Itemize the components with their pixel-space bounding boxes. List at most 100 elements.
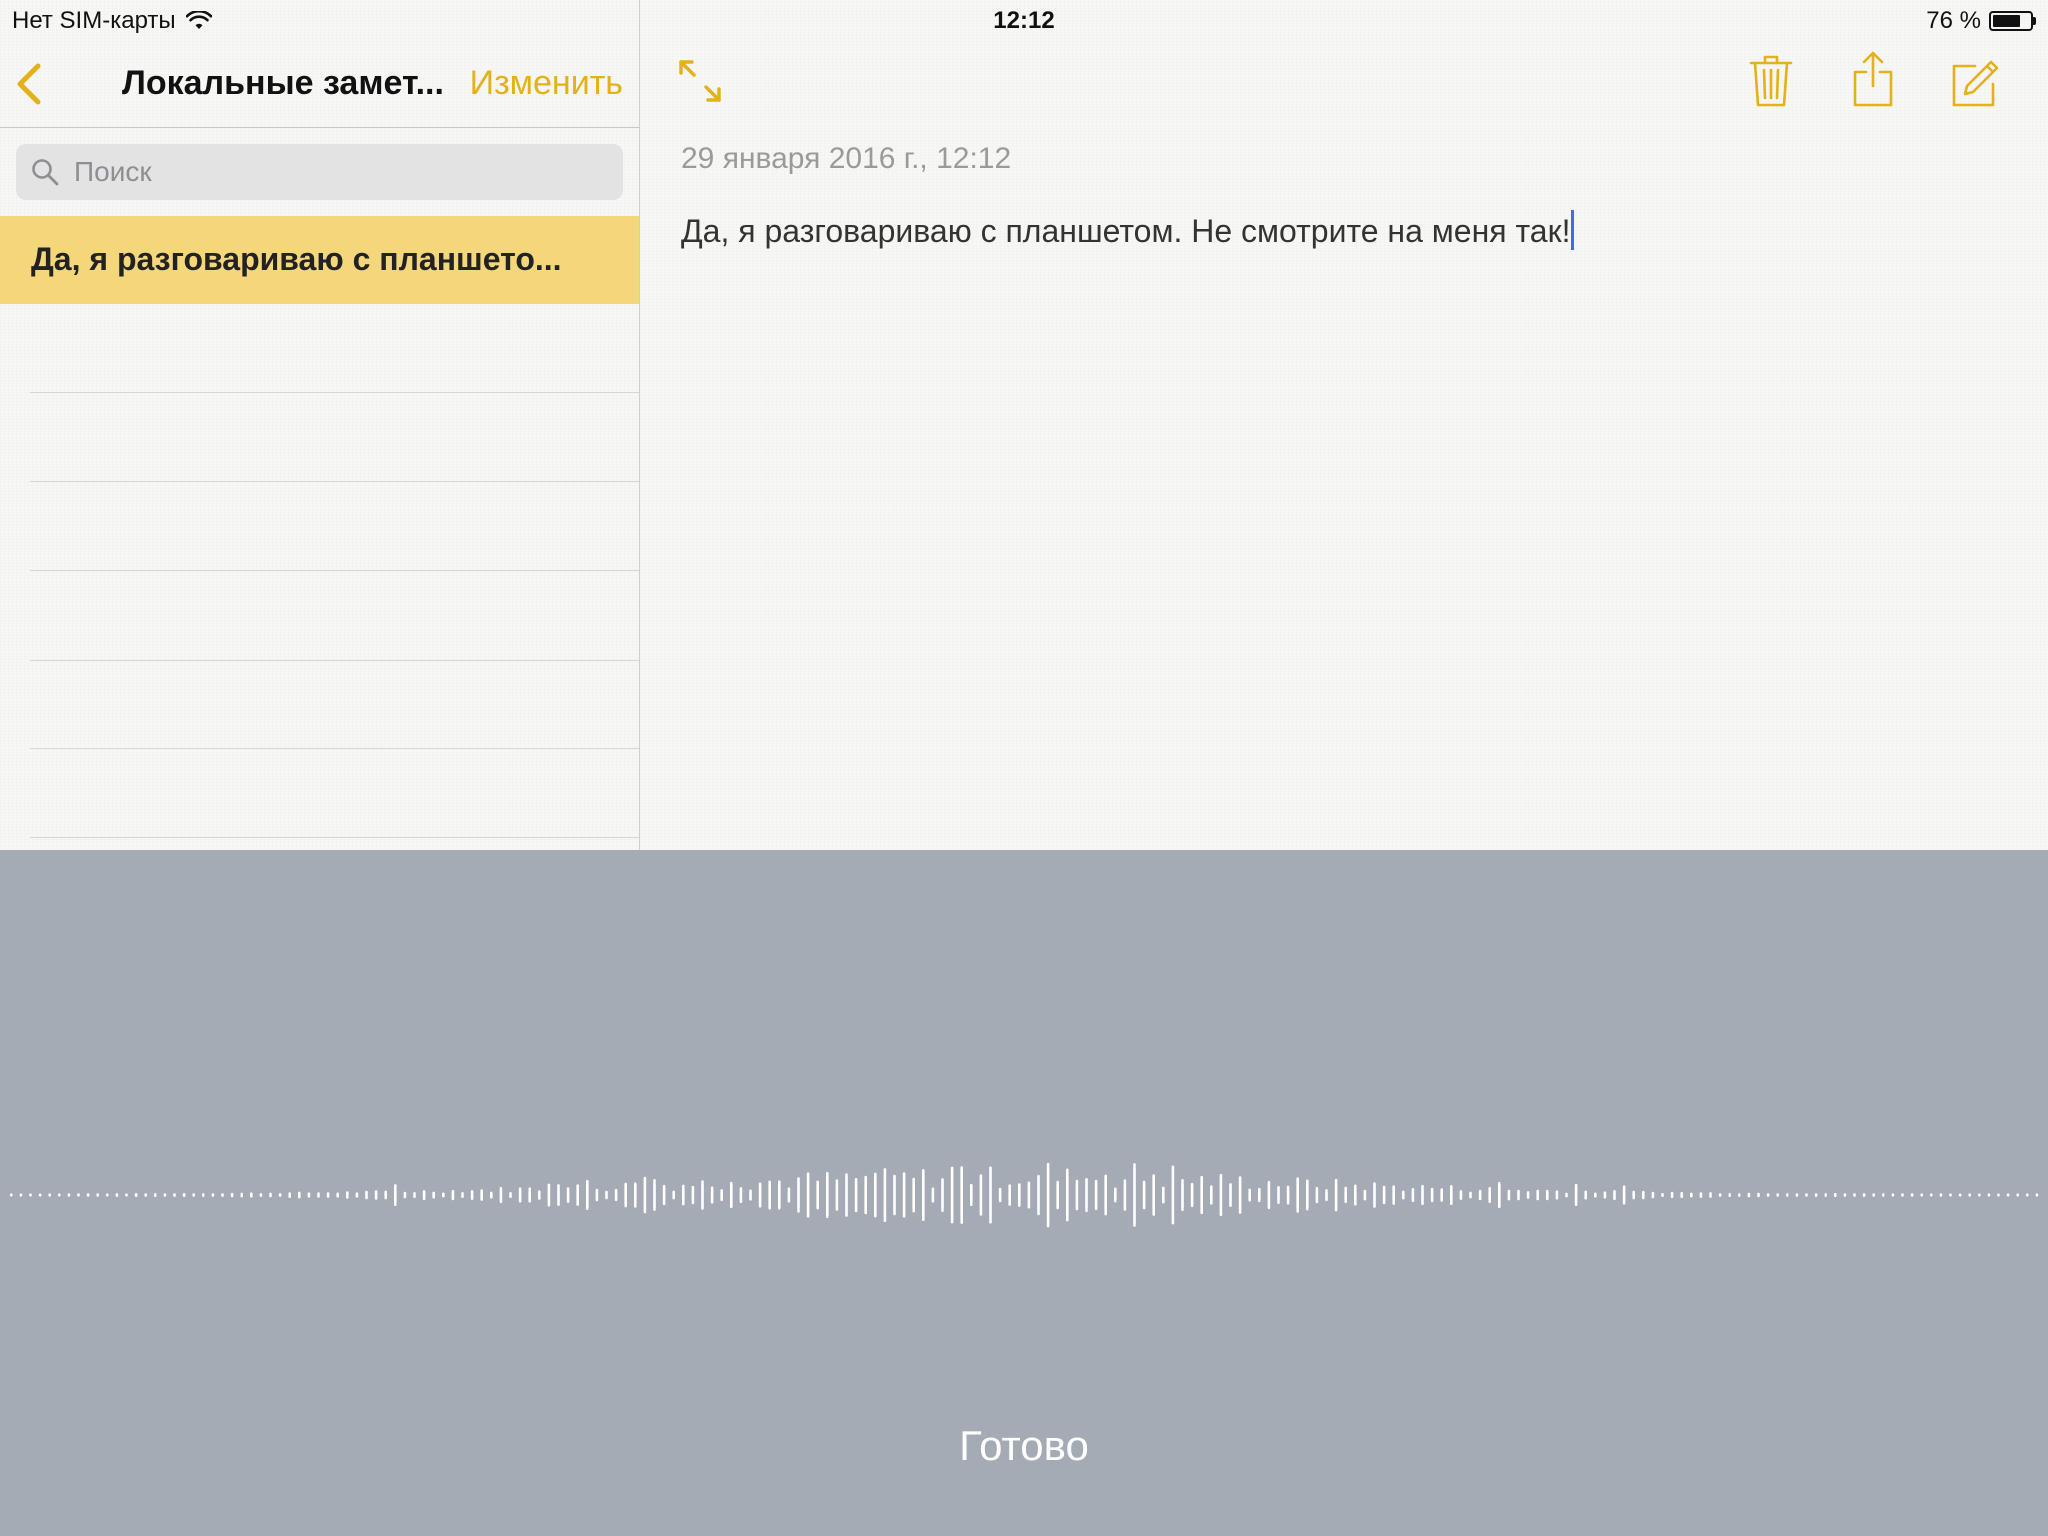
- waveform-bar: [125, 1193, 128, 1197]
- waveform-bar: [490, 1191, 493, 1199]
- waveform-bar: [1411, 1188, 1415, 1202]
- waveform-bar: [768, 1180, 771, 1210]
- waveform-bar: [422, 1190, 426, 1200]
- waveform-bar: [1968, 1193, 1971, 1197]
- waveform-bar: [1142, 1180, 1146, 1210]
- waveform-bar: [1709, 1192, 1712, 1198]
- waveform-bar: [576, 1184, 579, 1206]
- waveform-bar: [1008, 1184, 1011, 1206]
- waveform-bar: [691, 1185, 695, 1205]
- chevron-left-icon[interactable]: [12, 62, 48, 106]
- waveform-bar: [566, 1187, 570, 1203]
- waveform-bar: [816, 1180, 819, 1210]
- note-date: 29 января 2016 г., 12:12: [681, 142, 1012, 175]
- waveform-bar: [1536, 1189, 1539, 1201]
- waveform-bar: [931, 1187, 935, 1203]
- waveform-bar: [259, 1193, 263, 1197]
- waveform-bar: [960, 1166, 963, 1224]
- waveform-bar: [1642, 1190, 1645, 1200]
- waveform-bar: [1555, 1190, 1559, 1200]
- waveform-bar: [1402, 1190, 1405, 1200]
- status-bar: Нет SIM-карты 12:12 76 %: [0, 0, 2048, 40]
- waveform-bar: [1190, 1182, 1194, 1208]
- expand-icon[interactable]: [677, 58, 723, 104]
- waveform-bar: [1949, 1193, 1952, 1197]
- waveform-bar: [672, 1190, 675, 1200]
- waveform-bar: [1382, 1185, 1386, 1205]
- list-row-separator: [30, 660, 639, 661]
- list-row-separator: [30, 481, 639, 482]
- waveform-bar: [2016, 1193, 2019, 1197]
- share-icon[interactable]: [1851, 50, 1895, 108]
- waveform-bar: [403, 1191, 407, 1199]
- waveform-bar: [643, 1176, 647, 1214]
- waveform-bar: [1373, 1182, 1376, 1208]
- waveform-bar: [1104, 1174, 1107, 1216]
- waveform-bar: [1613, 1190, 1616, 1201]
- waveform-bar: [1776, 1193, 1779, 1197]
- waveform-bar: [10, 1193, 13, 1197]
- waveform-bar: [893, 1174, 896, 1216]
- waveform-bar: [835, 1179, 839, 1211]
- waveform-bar: [864, 1175, 867, 1215]
- waveform-bar: [730, 1181, 733, 1209]
- waveform-bar: [1805, 1193, 1808, 1197]
- waveform-bar: [1085, 1178, 1088, 1213]
- waveform-bar: [1027, 1181, 1031, 1209]
- waveform-bar: [1958, 1193, 1962, 1197]
- waveform-bar: [998, 1187, 1002, 1203]
- waveform-bar: [1565, 1192, 1568, 1198]
- waveform-bar: [1910, 1193, 1914, 1197]
- waveform-bar: [451, 1189, 455, 1201]
- dictation-panel: Готово: [0, 850, 2048, 1536]
- waveform-bar: [634, 1182, 637, 1208]
- edit-button[interactable]: Изменить: [470, 64, 623, 103]
- waveform-bar: [38, 1193, 42, 1197]
- waveform-bar: [1219, 1173, 1223, 1216]
- waveform-bar: [1056, 1180, 1059, 1210]
- compose-icon[interactable]: [1951, 60, 1999, 108]
- list-row-separator: [30, 748, 639, 749]
- waveform-bar: [19, 1193, 23, 1197]
- waveform-bar: [1978, 1193, 1981, 1197]
- waveform-bar: [1728, 1193, 1731, 1197]
- waveform-bar: [269, 1192, 272, 1198]
- waveform-bar: [922, 1169, 925, 1221]
- waveform-bar: [912, 1177, 915, 1213]
- waveform-bar: [67, 1193, 71, 1197]
- search-input[interactable]: Поиск: [16, 144, 623, 200]
- waveform-bar: [1930, 1193, 1933, 1197]
- waveform-bar: [1248, 1188, 1251, 1202]
- waveform-bar: [1354, 1184, 1357, 1206]
- note-body-text[interactable]: Да, я разговариваю с планшетом. Не смотр…: [681, 210, 1575, 250]
- waveform-bar: [1862, 1193, 1866, 1197]
- note-detail: 29 января 2016 г., 12:12 Да, я разговари…: [641, 0, 2048, 850]
- waveform-bar: [1594, 1192, 1597, 1198]
- waveform-bar: [845, 1173, 848, 1217]
- waveform-bar: [1997, 1193, 2000, 1197]
- waveform-bar: [278, 1193, 282, 1197]
- waveform-bar: [86, 1193, 90, 1197]
- waveform-bar: [1622, 1185, 1626, 1205]
- waveform-bar: [221, 1193, 224, 1197]
- waveform-bar: [1757, 1192, 1760, 1198]
- waveform-bar: [1440, 1188, 1443, 1202]
- waveform-bar: [979, 1174, 983, 1216]
- waveform-bar: [346, 1191, 349, 1199]
- waveform-bar: [202, 1193, 205, 1197]
- text-cursor: [1571, 210, 1575, 250]
- waveform-bar: [1574, 1183, 1578, 1207]
- waveform-bar: [1229, 1183, 1232, 1207]
- trash-icon[interactable]: [1749, 54, 1793, 108]
- waveform-bar: [365, 1190, 368, 1200]
- waveform-bar: [250, 1192, 253, 1198]
- waveform-bar: [182, 1193, 186, 1197]
- waveform-bar: [374, 1190, 378, 1200]
- list-row-separator: [30, 570, 639, 571]
- waveform-bar: [1901, 1193, 1904, 1197]
- waveform-bar: [115, 1193, 119, 1197]
- waveform-bar: [778, 1180, 781, 1210]
- waveform-bar: [902, 1172, 906, 1218]
- note-list-item[interactable]: Да, я разговариваю с планшето...: [0, 216, 639, 304]
- done-button[interactable]: Готово: [0, 1422, 2048, 1470]
